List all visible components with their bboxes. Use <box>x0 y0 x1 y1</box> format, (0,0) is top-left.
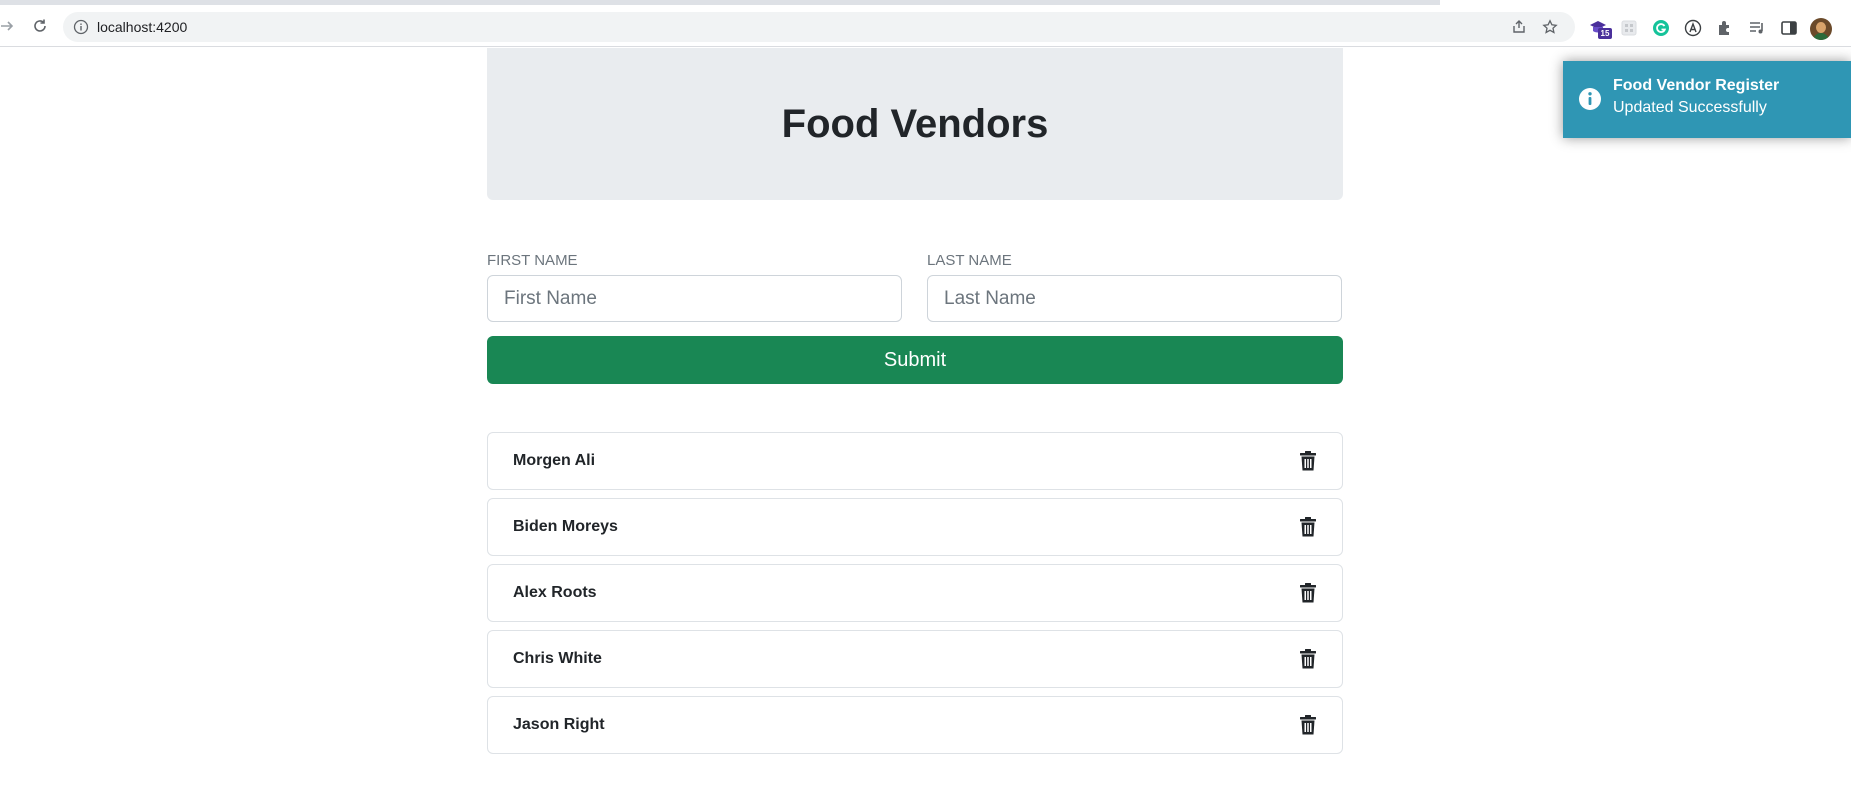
media-control[interactable] <box>1747 18 1767 38</box>
info-icon <box>1579 88 1601 110</box>
trash-icon[interactable] <box>1298 450 1318 472</box>
vendor-list-item[interactable]: Morgen Ali <box>487 432 1343 490</box>
bookmark-star-icon[interactable] <box>1542 19 1558 35</box>
profile-avatar[interactable] <box>1810 18 1832 40</box>
arrow-right-icon <box>1 21 14 31</box>
grammarly-icon <box>1653 20 1669 36</box>
vendor-list-item[interactable]: Chris White <box>487 630 1343 688</box>
page-title: Food Vendors <box>781 101 1049 146</box>
vendor-form: FIRST NAME LAST NAME <box>487 251 1343 322</box>
first-name-input[interactable] <box>487 275 902 322</box>
site-info-icon[interactable] <box>73 19 89 35</box>
share-icon[interactable] <box>1511 19 1527 35</box>
forward-button[interactable] <box>0 13 20 39</box>
extension-grad-cap[interactable]: 15 <box>1588 18 1612 39</box>
vendor-name: Jason Right <box>513 716 605 733</box>
grid-extension-icon <box>1621 20 1637 36</box>
puzzle-piece-icon <box>1719 21 1729 35</box>
first-name-group: FIRST NAME <box>487 251 902 322</box>
vendor-list: Morgen Ali Biden Moreys Alex Roots Chris… <box>487 432 1343 762</box>
side-panel-icon <box>1781 21 1797 35</box>
vendor-name: Chris White <box>513 650 602 667</box>
extension-grammarly[interactable] <box>1651 18 1671 38</box>
last-name-group: LAST NAME <box>927 251 1342 322</box>
trash-icon[interactable] <box>1298 648 1318 670</box>
extensions-menu[interactable] <box>1715 18 1735 38</box>
avatar-face <box>1816 22 1826 33</box>
reload-button[interactable] <box>27 13 53 39</box>
address-bar[interactable]: localhost:4200 <box>63 12 1575 42</box>
main-container: Food Vendors FIRST NAME LAST NAME Submit… <box>487 48 1343 754</box>
extension-a[interactable] <box>1683 18 1703 38</box>
first-name-label: FIRST NAME <box>487 252 578 269</box>
playlist-icon <box>1750 22 1763 34</box>
vendor-list-item[interactable]: Alex Roots <box>487 564 1343 622</box>
vendor-list-item[interactable]: Jason Right <box>487 696 1343 754</box>
toast-message: Updated Successfully <box>1613 99 1767 116</box>
trash-icon[interactable] <box>1298 516 1318 538</box>
a-circle-icon <box>1684 19 1702 37</box>
extension-grid[interactable] <box>1619 18 1639 38</box>
avatar-body <box>1813 33 1829 40</box>
vendor-name: Biden Moreys <box>513 518 618 535</box>
submit-button[interactable]: Submit <box>487 336 1343 384</box>
side-panel-toggle[interactable] <box>1779 18 1799 38</box>
url-text[interactable]: localhost:4200 <box>97 12 187 42</box>
vendor-list-item[interactable]: Biden Moreys <box>487 498 1343 556</box>
vendor-name: Morgen Ali <box>513 452 596 469</box>
last-name-input[interactable] <box>927 275 1342 322</box>
last-name-label: LAST NAME <box>927 252 1012 269</box>
toast-title: Food Vendor Register <box>1613 77 1780 94</box>
browser-toolbar: localhost:4200 15 <box>0 5 1851 47</box>
page-header: Food Vendors <box>487 48 1343 200</box>
vendor-name: Alex Roots <box>513 584 597 601</box>
extension-badge: 15 <box>1598 28 1612 39</box>
reload-icon <box>34 19 46 32</box>
success-toast[interactable]: Food Vendor Register Updated Successfull… <box>1563 61 1851 138</box>
trash-icon[interactable] <box>1298 582 1318 604</box>
trash-icon[interactable] <box>1298 714 1318 736</box>
